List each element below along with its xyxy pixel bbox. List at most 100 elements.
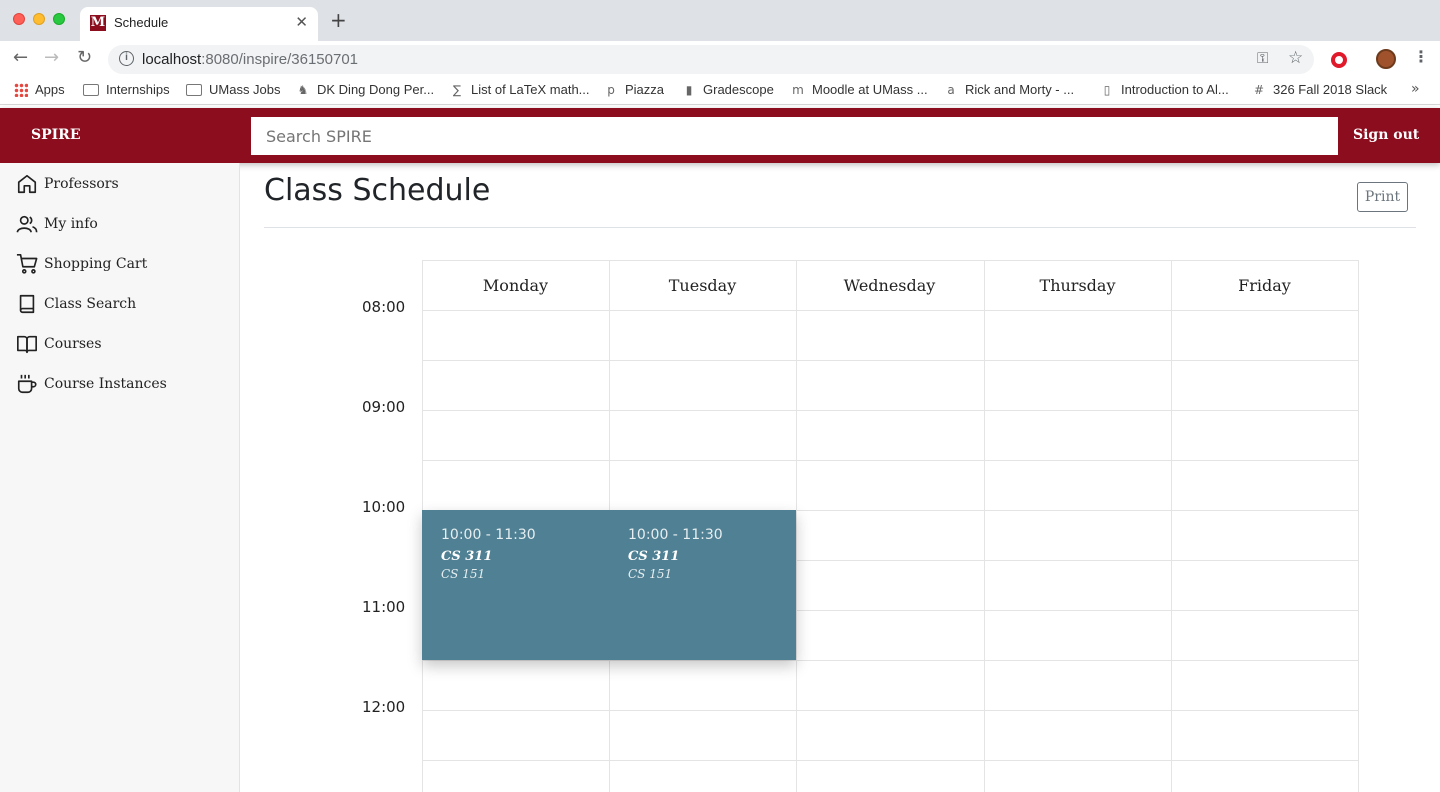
grid-column-line — [984, 260, 985, 792]
sidebar: Professors My info Shopping Cart Class S… — [0, 163, 240, 792]
time-label: 09:00 — [362, 398, 406, 416]
slack-favicon-icon: # — [1253, 82, 1265, 97]
grid-column-line — [1358, 260, 1359, 792]
maximize-window-button[interactable] — [53, 13, 65, 25]
tab-title: Schedule — [114, 15, 169, 30]
sidebar-item-label: Class Search — [44, 296, 137, 312]
sidebar-item-my-info[interactable]: My info — [16, 211, 98, 237]
bookmark-item[interactable]: UMass Jobs — [186, 82, 281, 97]
time-label: 10:00 — [362, 498, 406, 516]
bookmark-label: Gradescope — [703, 82, 774, 97]
cart-icon — [16, 254, 38, 274]
grid-column-line — [796, 260, 797, 792]
day-header-monday: Monday — [482, 275, 549, 295]
bookmark-item[interactable]: ∑ List of LaTeX math... — [450, 82, 590, 97]
app-header: SPIRE Sign out — [0, 108, 1440, 163]
sidebar-item-label: Professors — [44, 176, 119, 192]
time-label: 08:00 — [362, 298, 406, 316]
reload-icon[interactable]: ↻ — [77, 48, 92, 68]
minimize-window-button[interactable] — [33, 13, 45, 25]
bookmark-label: UMass Jobs — [209, 82, 281, 97]
bookmark-label: Moodle at UMass ... — [812, 82, 928, 97]
new-tab-button[interactable]: + — [330, 10, 347, 30]
event-subtitle: CS 151 — [628, 567, 673, 581]
bookmark-star-icon[interactable]: ☆ — [1288, 48, 1303, 68]
bookmark-label: 326 Fall 2018 Slack — [1273, 82, 1388, 97]
users-icon — [16, 215, 38, 233]
bookmark-label: Rick and Morty - ... — [965, 82, 1075, 97]
print-button[interactable]: Print — [1357, 182, 1408, 212]
tab-close-icon[interactable]: ✕ — [295, 13, 308, 31]
apps-grid-icon — [14, 82, 28, 97]
bookmark-item[interactable]: Apps — [14, 82, 65, 97]
grid-row-line — [422, 710, 1358, 711]
event-course: CS 311 — [441, 549, 493, 564]
bookmark-label: List of LaTeX math... — [471, 82, 590, 97]
day-header-thursday: Thursday — [1039, 275, 1116, 295]
sidebar-item-label: Course Instances — [44, 376, 167, 392]
sidebar-item-shopping-cart[interactable]: Shopping Cart — [16, 251, 147, 277]
sidebar-item-label: Courses — [44, 336, 102, 352]
grid-column-line — [1171, 260, 1172, 792]
bookmark-label: Piazza — [625, 82, 665, 97]
forward-arrow-icon[interactable]: → — [44, 48, 59, 68]
bookmark-item[interactable]: Internships — [83, 82, 170, 97]
browser-tab-schedule[interactable]: M Schedule ✕ — [80, 7, 318, 41]
event-time: 10:00 - 11:30 — [441, 527, 536, 543]
brand-logo[interactable]: SPIRE — [31, 127, 81, 143]
day-header-wednesday: Wednesday — [843, 275, 936, 295]
home-icon — [17, 174, 37, 194]
address-bar[interactable]: i localhost:8080/inspire/36150701 ⚿ ☆ — [108, 45, 1314, 74]
grid-row-line — [422, 660, 1358, 661]
back-arrow-icon[interactable]: ← — [13, 48, 28, 68]
day-header-tuesday: Tuesday — [668, 275, 737, 295]
opera-extension-icon[interactable] — [1331, 52, 1347, 68]
open-book-icon — [17, 335, 37, 354]
site-info-icon[interactable]: i — [119, 51, 134, 66]
bookmark-label: DK Ding Dong Per... — [317, 82, 435, 97]
bookmark-item[interactable]: ♞ DK Ding Dong Per... — [296, 82, 434, 97]
event-course: CS 311 — [628, 549, 680, 564]
book-icon — [19, 294, 35, 314]
grid-row-line — [422, 360, 1358, 361]
browser-menu-icon[interactable]: ⋮ — [1413, 47, 1429, 66]
key-icon[interactable]: ⚿ — [1257, 49, 1268, 67]
piazza-favicon-icon: p — [607, 82, 615, 97]
moodle-favicon-icon: m — [792, 82, 804, 97]
profile-avatar[interactable] — [1376, 49, 1396, 69]
gradescope-favicon-icon: ▮ — [685, 82, 693, 97]
sign-out-button[interactable]: Sign out — [1353, 127, 1419, 143]
dk-favicon-icon: ♞ — [297, 82, 309, 97]
bookmark-label: Apps — [35, 82, 65, 97]
sidebar-item-professors[interactable]: Professors — [16, 171, 119, 197]
folder-icon — [83, 83, 99, 96]
bookmark-item[interactable]: a Rick and Morty - ... — [944, 82, 1074, 97]
time-label: 11:00 — [362, 598, 406, 616]
day-header-friday: Friday — [1238, 275, 1291, 295]
sidebar-item-course-instances[interactable]: Course Instances — [16, 371, 167, 397]
sidebar-item-label: Shopping Cart — [44, 256, 148, 272]
bookmark-item[interactable]: ▯ Introduction to Al... — [1100, 82, 1229, 97]
grid-row-line — [422, 460, 1358, 461]
bookmarks-bar: Apps Internships UMass Jobs ♞ DK Ding Dong P… — [0, 77, 1440, 105]
grid-row-line — [422, 310, 1358, 311]
url-text[interactable]: localhost:8080/inspire/36150701 — [142, 51, 358, 68]
bookmark-item[interactable]: #326 Fall 2018 Slack — [1252, 82, 1387, 97]
bookmark-label: Internships — [106, 82, 170, 97]
close-window-button[interactable] — [13, 13, 25, 25]
umass-favicon-icon: M — [90, 15, 106, 31]
bookmark-item[interactable]: p Piazza — [604, 82, 664, 97]
bookmark-item[interactable]: m Moodle at UMass ... — [791, 82, 928, 97]
browser-tabstrip: M Schedule ✕ + — [0, 0, 1440, 41]
sidebar-item-label: My info — [44, 216, 98, 232]
sidebar-item-class-search[interactable]: Class Search — [16, 291, 136, 317]
sidebar-item-courses[interactable]: Courses — [16, 331, 102, 357]
time-label: 12:00 — [362, 698, 406, 716]
more-bookmarks-chevron-icon[interactable]: » — [1411, 81, 1420, 97]
grid-row-line — [422, 410, 1358, 411]
event-time: 10:00 - 11:30 — [628, 527, 723, 543]
bookmark-item[interactable]: ▮ Gradescope — [682, 82, 774, 97]
class-event-monday[interactable]: 10:00 - 11:30 CS 311 CS 151 — [422, 510, 609, 660]
search-input[interactable] — [251, 117, 1338, 155]
class-event-tuesday[interactable]: 10:00 - 11:30 CS 311 CS 151 — [609, 510, 796, 660]
